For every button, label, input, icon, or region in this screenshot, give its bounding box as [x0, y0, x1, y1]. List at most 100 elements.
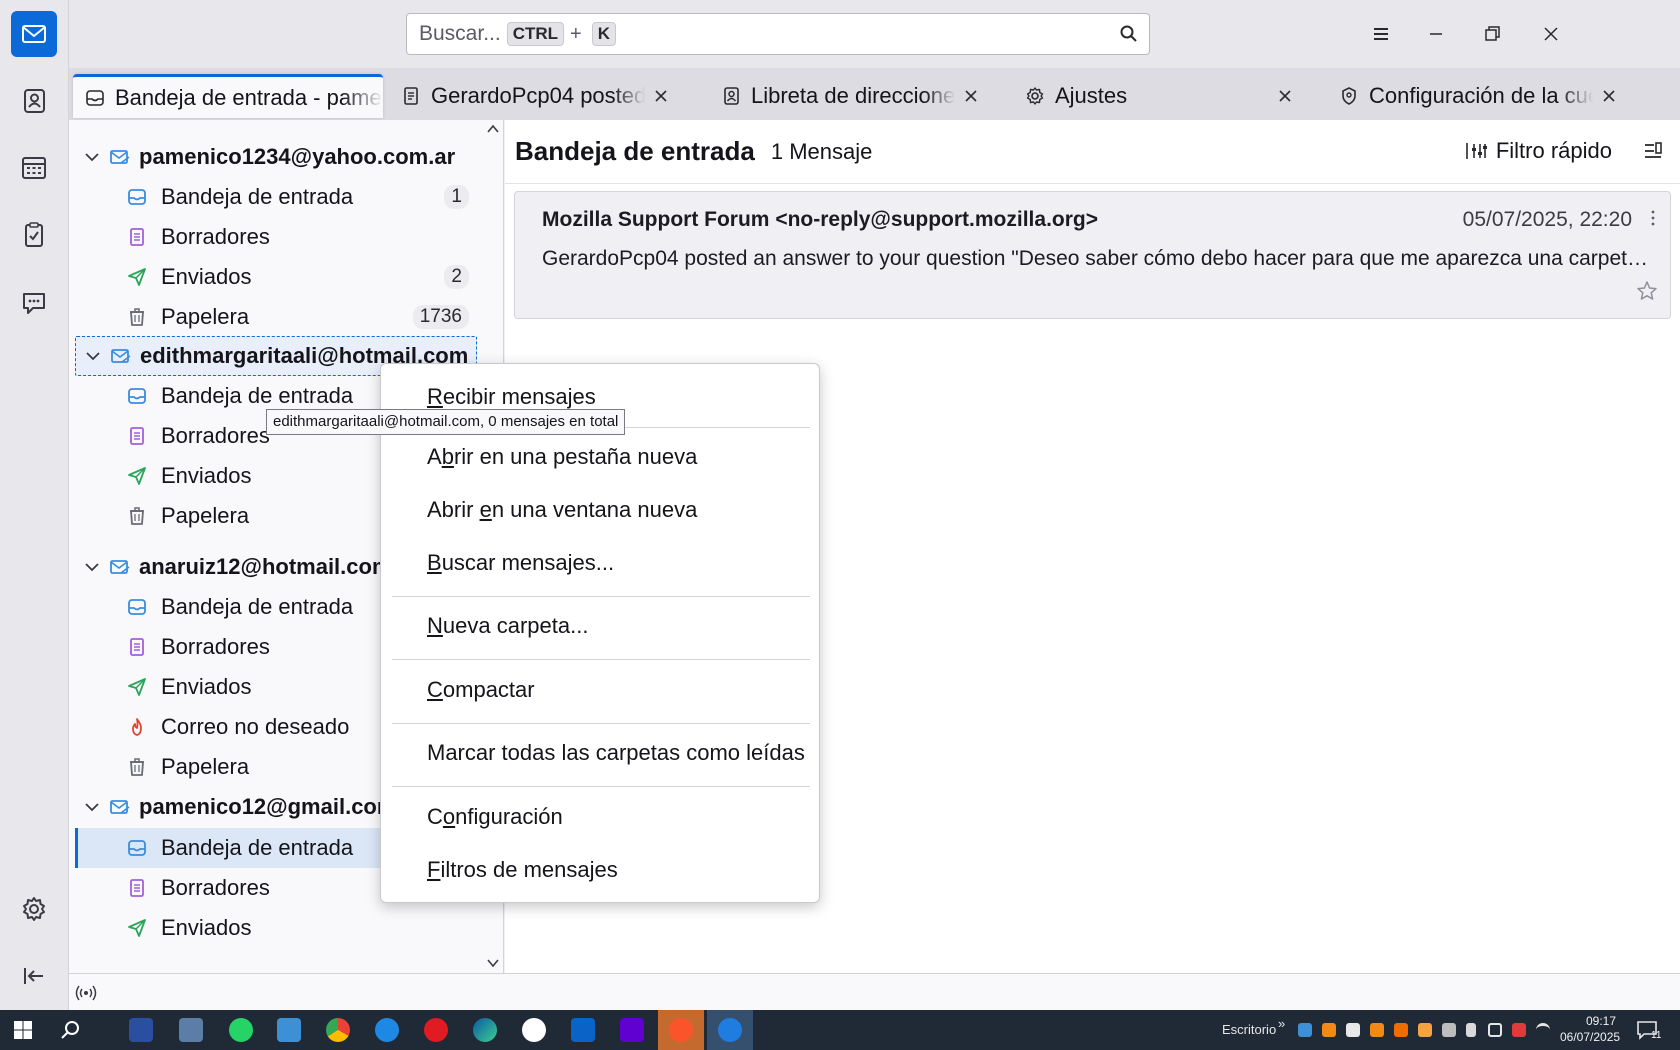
tray-icon[interactable]: [1322, 1023, 1336, 1037]
tray-icon[interactable]: [1442, 1023, 1456, 1037]
app-menu-button[interactable]: [1361, 14, 1401, 54]
taskbar-whatsapp[interactable]: [218, 1010, 264, 1050]
message-card[interactable]: Mozilla Support Forum <no-reply@support.…: [514, 191, 1671, 319]
display-options-icon[interactable]: [1642, 140, 1664, 162]
menu-item-settings[interactable]: Configuración: [427, 804, 563, 830]
search-bar[interactable]: Buscar... CTRL + K: [406, 13, 1150, 55]
tab-address-book[interactable]: Libreta de direcciones: [709, 74, 989, 118]
menu-item-new-folder[interactable]: Nueva carpeta...: [427, 613, 588, 639]
minimize-button[interactable]: [1416, 14, 1456, 54]
activity-broadcast-icon[interactable]: [75, 982, 97, 1004]
tab-message[interactable]: GerardoPcp04 posted an answer to your qu…: [389, 74, 679, 118]
tray-icon[interactable]: [1394, 1023, 1408, 1037]
chevron-down-icon[interactable]: [84, 347, 102, 365]
chat-space-button[interactable]: [11, 280, 57, 326]
message-sender: Mozilla Support Forum <no-reply@support.…: [542, 208, 1098, 231]
desktop-toolbar-label[interactable]: Escritorio: [1222, 1022, 1276, 1037]
mail-space-button[interactable]: [11, 11, 57, 57]
windows-start-icon: [14, 1021, 32, 1039]
more-options-icon[interactable]: [1650, 208, 1656, 228]
chevron-down-icon[interactable]: [83, 798, 101, 816]
tab-inbox[interactable]: Bandeja de entrada - pamenico12@gmail.co…: [73, 74, 383, 118]
folder-sent[interactable]: Enviados 2: [75, 257, 477, 297]
taskbar-search-button[interactable]: [48, 1010, 94, 1050]
folder-context-menu: Recibir mensajes Abrir en una pestaña nu…: [380, 363, 820, 903]
tray-icon[interactable]: [1298, 1023, 1312, 1037]
settings-space-button[interactable]: [11, 886, 57, 932]
menu-accesskey: N: [427, 613, 443, 638]
folder-sent[interactable]: Enviados: [75, 908, 477, 948]
wifi-icon[interactable]: [1536, 1023, 1550, 1037]
quick-filter-button[interactable]: Filtro rápido: [1464, 138, 1612, 164]
folder-label: Papelera: [161, 304, 250, 329]
taskbar-yahoo[interactable]: [609, 1010, 655, 1050]
drafts-icon: [130, 879, 144, 897]
brave-icon: [669, 1018, 693, 1042]
address-book-icon: [724, 87, 739, 105]
taskbar-chrome[interactable]: [315, 1010, 361, 1050]
search-icon[interactable]: [1119, 24, 1139, 44]
tab-settings[interactable]: Ajustes: [1013, 74, 1303, 118]
taskbar-brave[interactable]: [658, 1010, 704, 1050]
scroll-down-icon[interactable]: [485, 956, 501, 970]
toolbar-expand-icon[interactable]: »: [1278, 1016, 1285, 1031]
menu-item-open-new-window[interactable]: Abrir en una ventana nueva: [427, 497, 697, 523]
taskbar-app[interactable]: [118, 1010, 164, 1050]
folder-drafts[interactable]: Borradores: [75, 217, 477, 257]
menu-separator: [392, 786, 810, 787]
close-tab-icon[interactable]: [1275, 86, 1295, 106]
menu-item-open-new-tab[interactable]: Abrir en una pestaña nueva: [427, 444, 697, 470]
chevron-down-icon[interactable]: [83, 148, 101, 166]
battery-icon[interactable]: [1466, 1023, 1476, 1037]
tray-icon[interactable]: [1346, 1023, 1360, 1037]
account-row[interactable]: pamenico1234@yahoo.com.ar: [75, 137, 477, 177]
chevron-down-icon[interactable]: [83, 558, 101, 576]
tasks-space-button[interactable]: [11, 212, 57, 258]
menu-item-mark-all-read[interactable]: Marcar todas las carpetas como leídas: [427, 740, 805, 766]
thread-header: Bandeja de entrada 1 Mensaje Filtro rápi…: [505, 120, 1680, 184]
menu-item-search-messages[interactable]: Buscar mensajes...: [427, 550, 614, 576]
close-tab-icon[interactable]: [1599, 86, 1619, 106]
folder-label: Borradores: [161, 224, 270, 249]
tray-icon[interactable]: [1512, 1023, 1526, 1037]
menu-item-compact[interactable]: Compactar: [427, 677, 535, 703]
address-book-icon: [24, 89, 45, 113]
close-tab-icon[interactable]: [651, 86, 671, 106]
tray-icon[interactable]: [1418, 1023, 1432, 1037]
taskbar-ie[interactable]: [364, 1010, 410, 1050]
taskbar-edge[interactable]: [462, 1010, 508, 1050]
collapse-spaces-icon[interactable]: [22, 964, 46, 988]
shortcut-plus: +: [570, 22, 582, 45]
taskbar-app[interactable]: [266, 1010, 312, 1050]
star-icon[interactable]: [1636, 280, 1658, 302]
filter-sliders-icon: [1466, 143, 1487, 159]
folder-inbox[interactable]: Bandeja de entrada 1: [75, 177, 477, 217]
scroll-up-icon[interactable]: [485, 122, 501, 136]
taskbar-clock[interactable]: 09:17 06/07/2025: [1560, 1013, 1620, 1045]
close-window-button[interactable]: [1531, 14, 1571, 54]
taskbar-opera[interactable]: [413, 1010, 459, 1050]
calendar-space-button[interactable]: [11, 145, 57, 191]
search-placeholder: Buscar...: [419, 22, 501, 45]
taskbar-thunderbird[interactable]: [707, 1010, 753, 1050]
folder-trash[interactable]: Papelera 1736: [75, 297, 477, 337]
notification-count: 11: [1651, 1030, 1662, 1041]
tab-strip: Bandeja de entrada - pamenico12@gmail.co…: [69, 68, 1680, 120]
start-button[interactable]: [0, 1010, 46, 1050]
tray-icon[interactable]: [1370, 1023, 1384, 1037]
menu-accesskey: R: [427, 384, 443, 409]
address-book-space-button[interactable]: [11, 78, 57, 124]
close-tab-icon[interactable]: [961, 86, 981, 106]
opera-icon: [424, 1018, 448, 1042]
restore-button[interactable]: [1472, 14, 1512, 54]
menu-item-get-messages[interactable]: Recibir mensajes: [427, 384, 596, 410]
tab-account-settings[interactable]: Configuración de la cuenta: [1327, 74, 1627, 118]
taskbar-outlook[interactable]: [560, 1010, 606, 1050]
taskbar-google[interactable]: [511, 1010, 557, 1050]
menu-item-message-filters[interactable]: Filtros de mensajes: [427, 857, 618, 883]
inbox-icon: [128, 189, 146, 205]
taskbar-app[interactable]: [168, 1010, 214, 1050]
volume-icon[interactable]: [1488, 1023, 1502, 1037]
account-settings-icon: [1342, 87, 1356, 105]
mail-account-icon: [110, 560, 130, 574]
